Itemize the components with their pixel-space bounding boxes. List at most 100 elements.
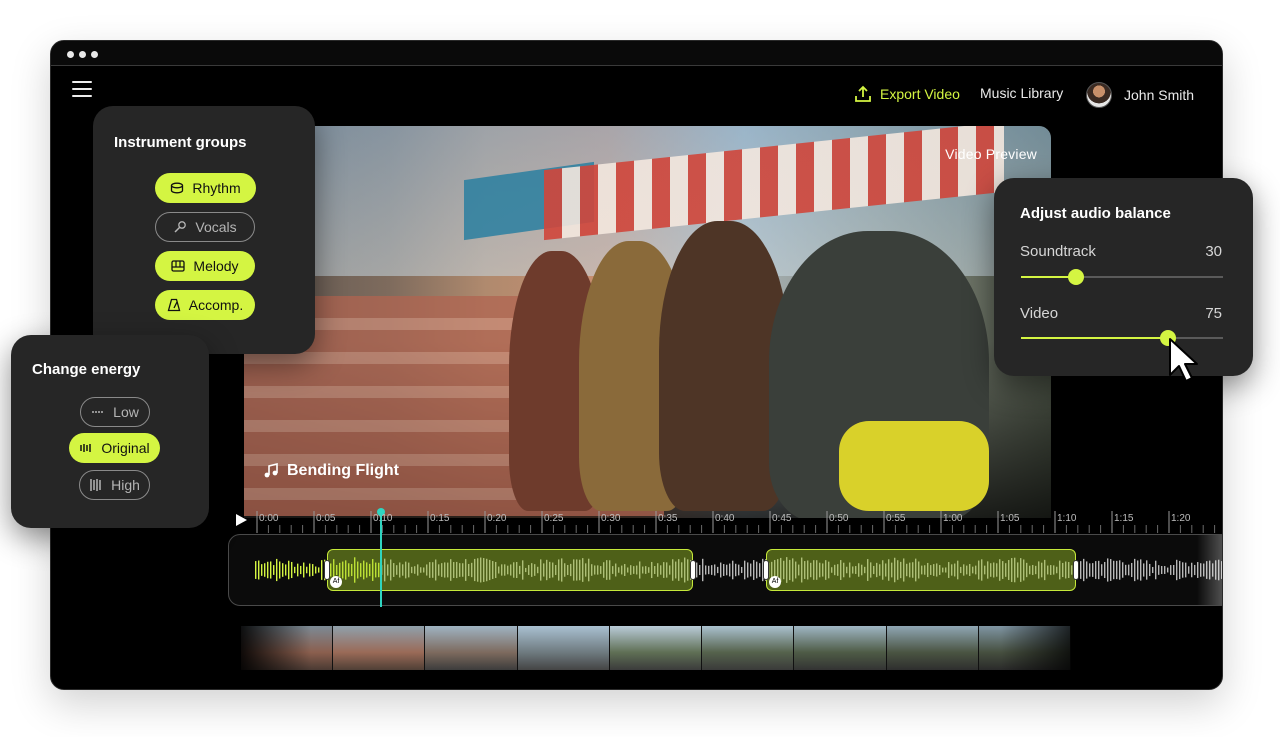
audio-track[interactable]: Af Af xyxy=(228,534,1222,606)
instrument-rhythm-button[interactable]: Rhythm xyxy=(155,173,256,203)
video-volume-value: 75 xyxy=(1205,305,1222,322)
waveform-bar xyxy=(1113,560,1115,580)
timeline-ruler[interactable] xyxy=(256,511,1222,535)
timeline-tick-label: 0:40 xyxy=(715,513,735,524)
timeline-tick-label: 0:45 xyxy=(772,513,792,524)
waveform-bar xyxy=(309,563,311,577)
microphone-icon xyxy=(174,221,187,233)
waveform-bar xyxy=(1185,562,1187,578)
waveform-bar xyxy=(294,566,296,574)
waveform-bar xyxy=(264,563,266,577)
instrument-vocals-label: Vocals xyxy=(195,219,237,235)
window-dot-icon[interactable] xyxy=(67,51,74,58)
slider-thumb[interactable] xyxy=(1067,269,1084,285)
timeline-tick-label: 1:00 xyxy=(943,513,963,524)
waveform-bar xyxy=(1161,565,1163,575)
clip-end-handle[interactable] xyxy=(690,560,696,580)
waveform-bar xyxy=(273,565,275,575)
waveform-bar xyxy=(1170,565,1172,575)
timeline-tick-label: 0:15 xyxy=(430,513,450,524)
waveform-bar xyxy=(1125,564,1127,576)
change-energy-title: Change energy xyxy=(32,361,141,378)
waveform-bar xyxy=(279,561,281,579)
waveform-bar xyxy=(1158,565,1160,575)
waveform-bar xyxy=(1104,561,1106,579)
waveform-bar xyxy=(1137,560,1139,580)
waveform-bar xyxy=(699,565,701,575)
clip-badge: Af xyxy=(330,576,342,588)
clip-start-handle[interactable] xyxy=(763,560,769,580)
waveform-bar xyxy=(291,561,293,579)
waveform-bar xyxy=(276,558,278,582)
clip-start-handle[interactable] xyxy=(324,560,330,580)
window-dot-icon[interactable] xyxy=(79,51,86,58)
soundtrack-slider[interactable] xyxy=(1021,268,1223,286)
video-volume-label: Video xyxy=(1020,305,1059,322)
waveform-bar xyxy=(300,565,302,575)
waveform-bar xyxy=(714,564,716,576)
hamburger-menu-icon[interactable] xyxy=(72,81,92,97)
waveform-bar xyxy=(267,561,269,579)
thumbnail-frame xyxy=(702,626,795,670)
soundtrack-label: Soundtrack xyxy=(1020,243,1096,260)
timeline-tick-label: 0:30 xyxy=(601,513,621,524)
video-preview[interactable]: Video Preview Bending Flight xyxy=(244,126,1051,518)
waveform-bar xyxy=(759,563,761,577)
timeline-tick-label: 0:25 xyxy=(544,513,564,524)
change-energy-panel: Change energy Low Original High xyxy=(11,335,209,528)
waveform-bar xyxy=(255,561,257,579)
timeline-tick-label: 1:20 xyxy=(1171,513,1191,524)
music-note-icon xyxy=(264,463,278,478)
thumbnail-frame xyxy=(517,626,610,670)
video-thumbnail-strip[interactable] xyxy=(241,626,1071,670)
thumbnail-frame xyxy=(333,626,426,670)
playhead[interactable] xyxy=(380,511,382,607)
audio-clip[interactable]: Af xyxy=(763,549,1079,591)
waveform-bar xyxy=(744,560,746,580)
timeline-tick-label: 0:35 xyxy=(658,513,678,524)
instrument-melody-label: Melody xyxy=(193,258,239,274)
waveform-bar xyxy=(696,562,698,578)
upload-icon xyxy=(855,85,871,102)
waveform-bar xyxy=(711,565,713,575)
clip-end-handle[interactable] xyxy=(1073,560,1079,580)
instrument-vocals-button[interactable]: Vocals xyxy=(155,212,255,242)
music-library-link[interactable]: Music Library xyxy=(980,85,1063,101)
waveform-bar xyxy=(1143,563,1145,577)
timeline-tick-label: 1:10 xyxy=(1057,513,1077,524)
instrument-melody-button[interactable]: Melody xyxy=(155,251,255,281)
waveform-bar xyxy=(1110,559,1112,581)
export-video-button[interactable]: Export Video xyxy=(854,85,960,103)
waveform-bar xyxy=(1098,560,1100,580)
avatar xyxy=(1086,82,1112,108)
waveform-bar xyxy=(1176,559,1178,581)
instrument-accomp-button[interactable]: Accomp. xyxy=(155,290,255,320)
play-icon[interactable] xyxy=(234,513,248,527)
instrument-groups-panel: Instrument groups Rhythm Vocals Melody A… xyxy=(93,106,315,354)
waveform-bar xyxy=(1152,566,1154,574)
energy-original-button[interactable]: Original xyxy=(69,433,160,463)
waveform-bar xyxy=(1146,560,1148,580)
waveform-bar xyxy=(270,561,272,579)
energy-high-button[interactable]: High xyxy=(79,470,150,500)
window-dot-icon[interactable] xyxy=(91,51,98,58)
energy-low-label: Low xyxy=(113,404,139,420)
waveform-bar xyxy=(1173,565,1175,575)
audio-balance-title: Adjust audio balance xyxy=(1020,205,1171,222)
song-title: Bending Flight xyxy=(263,462,399,480)
waveform-bar xyxy=(321,560,323,580)
waveform-bar xyxy=(1107,558,1109,582)
bars-low-icon xyxy=(92,411,103,413)
waveform-bar xyxy=(306,566,308,574)
user-name: John Smith xyxy=(1124,87,1195,103)
waveform-bar xyxy=(1149,563,1151,577)
waveform-bar xyxy=(1134,558,1136,582)
user-menu[interactable]: John Smith xyxy=(1086,82,1194,108)
waveform-bar xyxy=(261,564,263,576)
waveform-bar xyxy=(1128,564,1130,576)
waveform-bar xyxy=(1095,561,1097,579)
waveform-bar xyxy=(708,565,710,575)
instrument-rhythm-label: Rhythm xyxy=(192,180,241,196)
bars-mid-icon xyxy=(80,444,92,452)
energy-low-button[interactable]: Low xyxy=(80,397,150,427)
